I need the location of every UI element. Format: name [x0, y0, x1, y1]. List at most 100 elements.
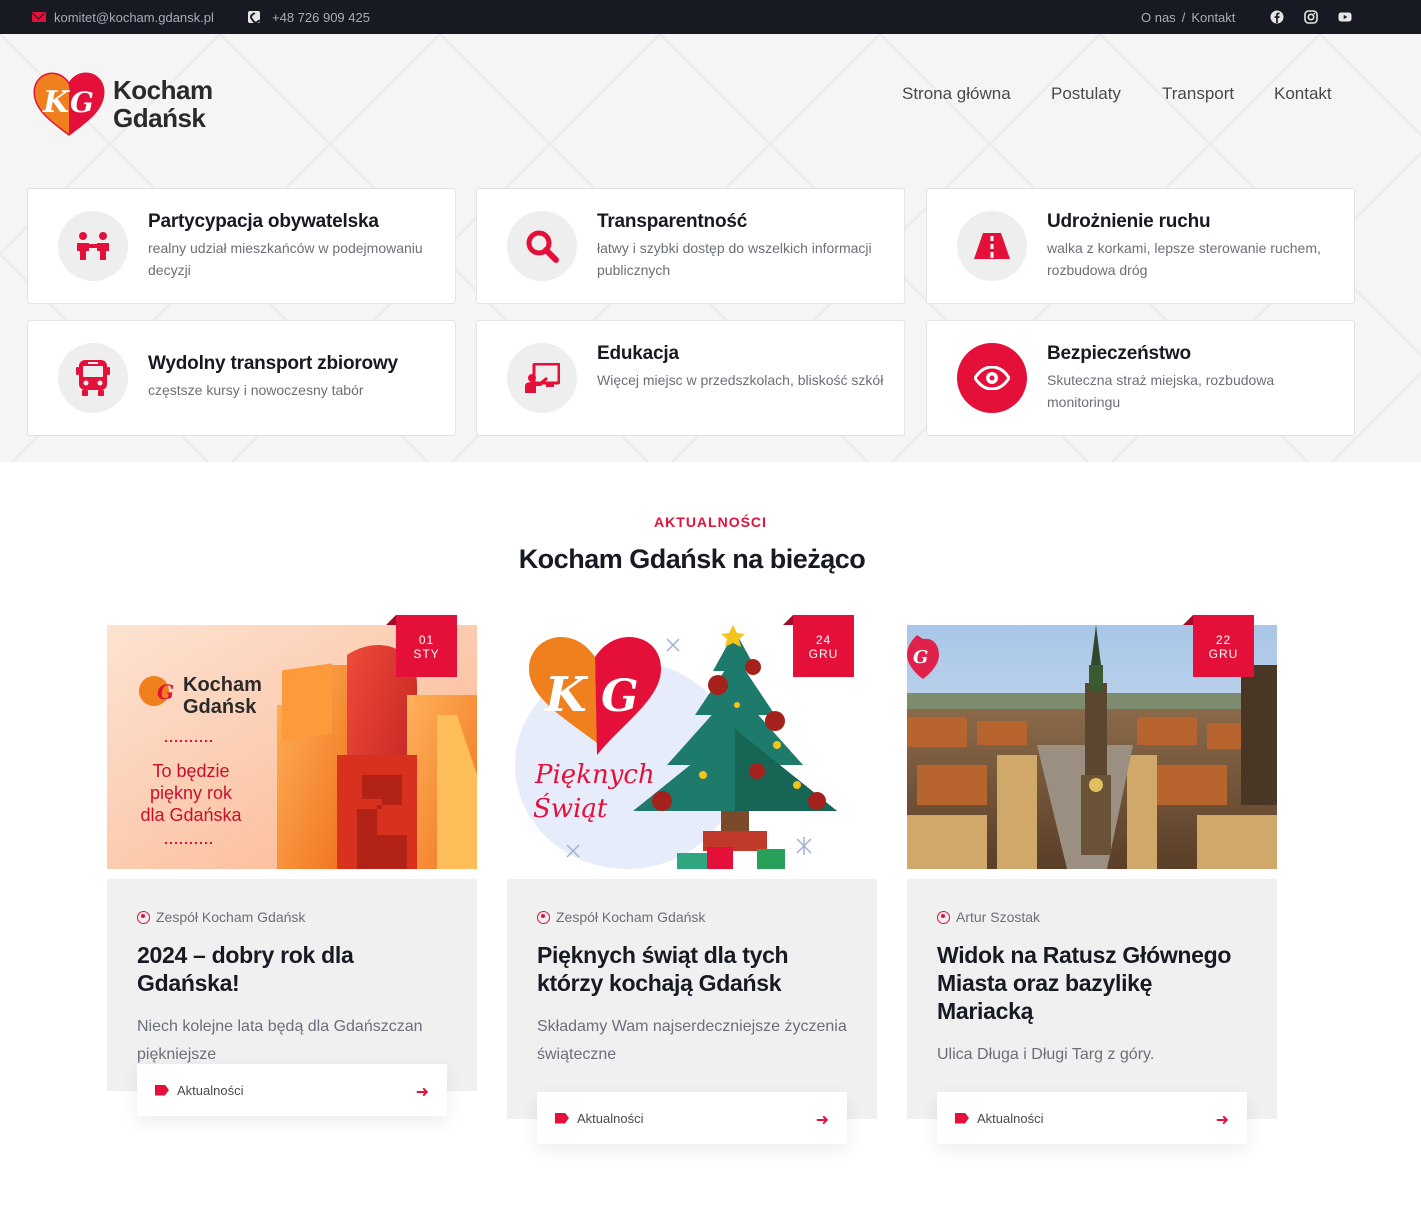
image-greeting-1: Pięknych [534, 760, 655, 790]
youtube-icon[interactable] [1338, 0, 1352, 34]
feature-desc: walka z korkami, lepsze sterowanie ruche… [1047, 240, 1321, 278]
post-excerpt: Składamy Wam najserdeczniejsze życzenia … [537, 1018, 847, 1063]
instagram-icon[interactable] [1304, 0, 1318, 34]
logo-line-2: Gdańsk [113, 103, 206, 133]
post-body: Zespół Kocham Gdańsk 2024 – dobry rok dl… [107, 879, 477, 1091]
post-body: Artur Szostak Widok na Ratusz Głównego M… [907, 879, 1277, 1119]
feature-title: Wydolny transport zbiorowy [148, 353, 398, 374]
feature-title: Udrożnienie ruchu [1047, 211, 1211, 232]
post-author[interactable]: Zespół Kocham Gdańsk [137, 909, 447, 925]
post-month: GRU [1208, 647, 1239, 661]
feature-title: Bezpieczeństwo [1047, 343, 1191, 364]
post-category-bar[interactable]: Aktualności ➜ [537, 1092, 847, 1144]
post-title[interactable]: 2024 – dobry rok dla Gdańska! [137, 941, 447, 997]
post-date-badge: 24 GRU [783, 615, 854, 677]
post-author-name[interactable]: Zespół Kocham Gdańsk [556, 909, 705, 925]
phone-icon [248, 11, 260, 23]
people-icon [58, 211, 128, 281]
image-caption-3: dla Gdańska [140, 805, 242, 825]
feature-card-transparency[interactable]: Transparentność łatwy i szybki dostęp do… [476, 188, 905, 304]
feature-card-safety[interactable]: Bezpieczeństwo Skuteczna straż miejska, … [926, 320, 1355, 436]
feature-title: Transparentność [597, 211, 748, 232]
post-category-bar[interactable]: Aktualności ➜ [137, 1064, 447, 1116]
teacher-icon [507, 343, 577, 413]
tag-icon [155, 1084, 169, 1096]
post-excerpt: Ulica Długa i Długi Targ z góry. [937, 1046, 1155, 1063]
about-link[interactable]: O nas [1141, 10, 1176, 25]
post-category-bar[interactable]: Aktualności ➜ [937, 1092, 1247, 1144]
phone-text[interactable]: +48 726 909 425 [272, 10, 370, 25]
post-author-name[interactable]: Artur Szostak [956, 909, 1040, 925]
nav-postulates[interactable]: Postulaty [1051, 84, 1121, 104]
site-logo[interactable]: K G Kocham Gdańsk [33, 72, 213, 138]
feature-desc: realny udział mieszkańców w podejmowaniu… [148, 240, 423, 278]
image-logo-line1: Kocham [183, 674, 262, 696]
main-nav-item: Transport [1162, 84, 1234, 104]
top-bar: komitet@kocham.gdansk.pl +48 726 909 425… [0, 0, 1421, 34]
mail-icon [32, 12, 46, 22]
post-day: 22 [1215, 633, 1232, 647]
post-title[interactable]: Pięknych świąt dla tych którzy kochają G… [537, 941, 847, 997]
svg-text:G: G [157, 680, 174, 704]
svg-text:K: K [543, 667, 589, 723]
post-category[interactable]: Aktualności [577, 1111, 643, 1126]
news-section-label: AKTUALNOŚCI [654, 514, 767, 530]
news-post-card[interactable]: K G Kocham Gdańsk To będzie piękny rok d… [107, 615, 477, 1116]
feature-desc: Więcej miejsc w przedszkolach, bliskość … [597, 372, 884, 388]
nav-home[interactable]: Strona główna [902, 84, 1011, 104]
email-text[interactable]: komitet@kocham.gdansk.pl [54, 10, 214, 25]
post-body: Zespół Kocham Gdańsk Pięknych świąt dla … [507, 879, 877, 1119]
logo-heart-icon: K G [33, 72, 105, 136]
link-separator: / [1181, 9, 1186, 25]
header-section: K G Kocham Gdańsk Strona główna Postulat… [0, 34, 1421, 462]
post-title[interactable]: Widok na Ratusz Głównego Miasta oraz baz… [937, 941, 1247, 1025]
phone-contact[interactable]: +48 726 909 425 [248, 0, 370, 34]
svg-text:G: G [70, 86, 94, 119]
nav-transport[interactable]: Transport [1162, 84, 1234, 104]
post-date-badge: 01 STY [386, 615, 457, 677]
post-author[interactable]: Artur Szostak [937, 909, 1247, 925]
news-section-title: Kocham Gdańsk na bieżąco [518, 544, 866, 574]
post-day: 24 [815, 633, 832, 647]
feature-desc: Skuteczna straż miejska, rozbudowa monit… [1047, 372, 1275, 410]
user-icon [537, 910, 550, 924]
news-post-card[interactable]: G 22 GRU Artur Szostak Widok na Ratusz G… [907, 615, 1277, 1144]
post-author[interactable]: Zespół Kocham Gdańsk [537, 909, 847, 925]
feature-card-education[interactable]: Edukacja Więcej miejsc w przedszkolach, … [476, 320, 905, 436]
search-icon [507, 211, 577, 281]
feature-card-transport[interactable]: Wydolny transport zbiorowy częstsze kurs… [27, 320, 456, 436]
email-contact[interactable]: komitet@kocham.gdansk.pl [32, 0, 214, 34]
main-nav: Strona główna [902, 84, 1011, 104]
post-excerpt: Niech kolejne lata będą dla Gdańszczan p… [137, 1018, 423, 1063]
post-category[interactable]: Aktualności [977, 1111, 1043, 1126]
tag-icon [555, 1112, 569, 1124]
main-nav-item: Postulaty [1051, 84, 1121, 104]
arrow-right-icon[interactable]: ➜ [816, 1110, 829, 1130]
image-greeting-2: Świąt [533, 792, 608, 824]
svg-text:K: K [42, 85, 71, 120]
facebook-icon[interactable] [1270, 0, 1284, 34]
arrow-right-icon[interactable]: ➜ [416, 1082, 429, 1102]
eye-icon [957, 343, 1027, 413]
feature-desc: łatwy i szybki dostęp do wszelkich infor… [597, 240, 872, 278]
svg-text:G: G [601, 671, 639, 722]
post-category[interactable]: Aktualności [177, 1083, 243, 1098]
arrow-right-icon[interactable]: ➜ [1216, 1110, 1229, 1130]
feature-title: Edukacja [597, 343, 679, 364]
top-links: O nas / Kontakt [1141, 0, 1235, 34]
post-month: STY [413, 647, 440, 661]
feature-card-traffic[interactable]: Udrożnienie ruchu walka z korkami, lepsz… [926, 188, 1355, 304]
post-author-name[interactable]: Zespół Kocham Gdańsk [156, 909, 305, 925]
image-caption-2: piękny rok [150, 783, 233, 803]
bus-icon [58, 343, 128, 413]
post-month: GRU [808, 647, 839, 661]
image-caption-1: To będzie [152, 761, 229, 781]
image-logo-line2: Gdańsk [183, 696, 257, 718]
post-date-badge: 22 GRU [1183, 615, 1254, 677]
nav-contact[interactable]: Kontakt [1274, 84, 1332, 104]
feature-card-participation[interactable]: Partycypacja obywatelska realny udział m… [27, 188, 456, 304]
contact-link[interactable]: Kontakt [1191, 10, 1235, 25]
logo-line-1: Kocham [113, 75, 213, 105]
post-day: 01 [418, 633, 435, 647]
news-post-card[interactable]: K G Pięknych Świąt 24 GRU Zespół Kocham [507, 615, 877, 1144]
